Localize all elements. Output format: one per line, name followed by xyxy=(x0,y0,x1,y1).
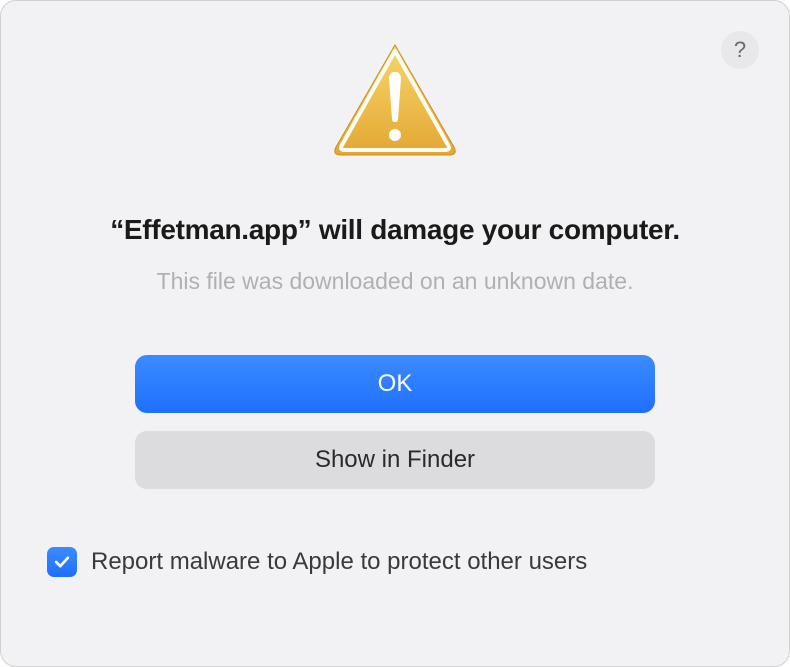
help-icon: ? xyxy=(734,37,746,63)
dialog-title: “Effetman.app” will damage your computer… xyxy=(110,214,680,246)
ok-button-label: OK xyxy=(378,370,413,398)
warning-icon xyxy=(330,39,460,164)
report-malware-checkbox[interactable] xyxy=(47,547,77,577)
dialog-subtitle: This file was downloaded on an unknown d… xyxy=(157,268,634,295)
alert-dialog: Crisk.com ? “Effetman.app” will damage y… xyxy=(0,0,790,667)
show-in-finder-button[interactable]: Show in Finder xyxy=(135,431,655,489)
report-malware-row: Report malware to Apple to protect other… xyxy=(47,547,587,577)
button-stack: OK Show in Finder xyxy=(135,355,655,489)
ok-button[interactable]: OK xyxy=(135,355,655,413)
show-in-finder-label: Show in Finder xyxy=(315,446,475,474)
dialog-content: “Effetman.app” will damage your computer… xyxy=(61,29,729,577)
report-malware-label[interactable]: Report malware to Apple to protect other… xyxy=(91,548,587,576)
checkmark-icon xyxy=(52,552,72,572)
